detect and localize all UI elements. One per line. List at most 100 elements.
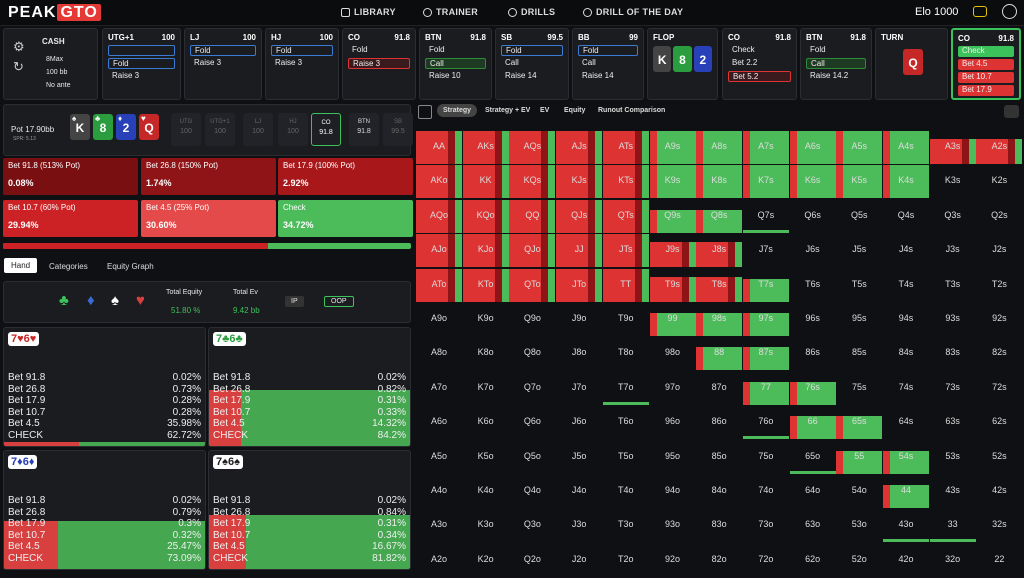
range-cell[interactable]: J6o bbox=[556, 406, 602, 439]
range-cell[interactable]: K8o bbox=[463, 337, 509, 370]
position-utg[interactable]: UTG 100 bbox=[171, 113, 201, 146]
range-cell[interactable]: K5o bbox=[463, 441, 509, 474]
action-card-7[interactable]: FLOP K 8 2 bbox=[647, 28, 718, 100]
range-cell[interactable]: J9o bbox=[556, 303, 602, 336]
range-cell[interactable]: 54s bbox=[883, 441, 929, 474]
action-option[interactable]: Raise 3 bbox=[190, 58, 256, 69]
range-cell[interactable]: 94o bbox=[650, 475, 696, 508]
range-cell[interactable]: Q3s bbox=[930, 200, 976, 233]
action-card-1[interactable]: LJ 100 Fold Raise 3 bbox=[184, 28, 262, 100]
range-cell[interactable]: 22 bbox=[976, 544, 1022, 577]
range-cell[interactable]: 66 bbox=[789, 406, 836, 440]
range-cell[interactable]: AA bbox=[416, 131, 462, 164]
range-cell[interactable]: 93s bbox=[930, 303, 976, 336]
range-cell[interactable]: K6o bbox=[463, 406, 509, 439]
action-option[interactable]: Fold bbox=[578, 45, 638, 56]
diamond-suit-icon[interactable]: ♦ bbox=[87, 292, 95, 309]
range-cell[interactable]: AJo bbox=[416, 234, 462, 268]
range-cell[interactable]: ATs bbox=[602, 131, 649, 164]
action-option[interactable]: Raise 14 bbox=[578, 71, 638, 82]
range-cell[interactable]: K6s bbox=[789, 165, 836, 199]
range-cell[interactable]: Q2o bbox=[509, 544, 555, 577]
action-card-2[interactable]: HJ 100 Fold Raise 3 bbox=[265, 28, 339, 100]
action-option[interactable]: Bet 2.2 bbox=[728, 58, 791, 69]
range-cell[interactable]: A3o bbox=[416, 509, 462, 542]
range-cell[interactable]: Q2s bbox=[976, 200, 1022, 233]
action-card-3[interactable]: CO 91.8 Fold Raise 3 bbox=[342, 28, 416, 100]
range-cell[interactable]: 82o bbox=[696, 544, 742, 577]
action-option[interactable]: Bet 17.9 bbox=[958, 85, 1014, 96]
range-cell[interactable]: J5s bbox=[836, 234, 882, 267]
action-option[interactable]: Fold bbox=[501, 45, 563, 56]
action-option[interactable]: Raise 3 bbox=[348, 58, 410, 69]
range-cell[interactable]: 92o bbox=[650, 544, 696, 577]
range-cell[interactable]: 55 bbox=[836, 441, 883, 474]
action-card-0[interactable]: UTG+1 100 Fold Raise 3 bbox=[102, 28, 181, 100]
action-card-8[interactable]: CO 91.8 Check Bet 2.2 Bet 5.2 bbox=[722, 28, 797, 100]
range-cell[interactable]: J8s bbox=[696, 234, 743, 268]
range-cell[interactable]: 53o bbox=[836, 509, 882, 542]
action-option[interactable]: Call bbox=[501, 58, 563, 69]
range-cell[interactable]: 63o bbox=[790, 509, 836, 542]
range-cell[interactable]: A4s bbox=[883, 131, 929, 164]
range-cell[interactable]: KJs bbox=[556, 165, 603, 199]
range-cell[interactable]: KQs bbox=[509, 165, 556, 199]
heart-suit-icon[interactable]: ♥ bbox=[136, 292, 145, 309]
range-cell[interactable]: KJo bbox=[462, 234, 509, 268]
user-icon[interactable] bbox=[1002, 4, 1017, 19]
range-cell[interactable]: 72s bbox=[976, 372, 1022, 405]
range-cell[interactable]: K4o bbox=[463, 475, 509, 508]
position-sb[interactable]: SB 99.5 bbox=[383, 113, 413, 146]
range-cell[interactable]: Q8o bbox=[509, 337, 555, 370]
tab-categories[interactable]: Categories bbox=[49, 262, 88, 271]
action-option[interactable] bbox=[108, 45, 175, 56]
range-cell[interactable]: Q5o bbox=[509, 441, 555, 474]
action-option[interactable]: Raise 10 bbox=[425, 71, 486, 82]
range-cell[interactable]: K2s bbox=[976, 165, 1022, 198]
range-cell[interactable]: QTo bbox=[509, 268, 556, 302]
range-cell[interactable]: A7s bbox=[742, 131, 789, 164]
range-cell[interactable]: J3s bbox=[930, 234, 976, 267]
range-cell[interactable]: KTo bbox=[462, 268, 509, 302]
range-cell[interactable]: QTs bbox=[602, 199, 649, 233]
range-cell[interactable]: 52s bbox=[976, 441, 1022, 474]
range-cell[interactable]: Q4s bbox=[883, 200, 929, 233]
range-cell[interactable]: 75s bbox=[836, 372, 882, 405]
range-cell[interactable]: J4s bbox=[883, 234, 929, 267]
range-cell[interactable]: T3s bbox=[930, 269, 976, 302]
range-cell[interactable]: 64o bbox=[790, 475, 836, 508]
action-option[interactable]: Fold bbox=[190, 45, 256, 56]
range-cell[interactable]: 97s bbox=[742, 303, 789, 336]
range-cell[interactable]: T2s bbox=[976, 269, 1022, 302]
range-cell[interactable]: 53s bbox=[930, 441, 976, 474]
action-option[interactable]: Raise 3 bbox=[108, 71, 175, 82]
range-cell[interactable]: 62o bbox=[790, 544, 836, 577]
oop-toggle[interactable]: OOP bbox=[324, 296, 354, 307]
range-cell[interactable]: Q8s bbox=[696, 200, 743, 233]
range-cell[interactable]: A6s bbox=[789, 131, 836, 164]
range-cell[interactable]: T5o bbox=[603, 441, 649, 474]
logo[interactable]: PEAK GTO bbox=[8, 4, 101, 22]
range-cell[interactable]: 94s bbox=[883, 303, 929, 336]
range-cell[interactable]: T4o bbox=[603, 475, 649, 508]
range-cell[interactable]: A9s bbox=[649, 131, 696, 164]
range-cell[interactable]: J5o bbox=[556, 441, 602, 474]
range-cell[interactable]: 93o bbox=[650, 509, 696, 542]
range-cell[interactable]: 83s bbox=[930, 337, 976, 370]
action-option[interactable]: Check bbox=[728, 45, 791, 56]
range-cell[interactable]: T7s bbox=[742, 269, 789, 302]
range-cell[interactable]: AJs bbox=[556, 131, 603, 164]
range-cell[interactable]: A5o bbox=[416, 441, 462, 474]
bet-option-3[interactable]: Bet 10.7 (60% Pot) 29.94% bbox=[3, 200, 138, 237]
range-cell[interactable]: 74s bbox=[883, 372, 929, 405]
bet-option-2[interactable]: Bet 17.9 (100% Pot) 2.92% bbox=[278, 158, 413, 195]
nav-trainer[interactable]: TRAINER bbox=[423, 7, 478, 17]
range-cell[interactable]: J2s bbox=[976, 234, 1022, 267]
range-cell[interactable]: T9o bbox=[603, 303, 649, 336]
range-cell[interactable]: 32s bbox=[976, 509, 1022, 542]
hand-card-1[interactable]: 7♣6♣ Bet 91.8 0.02% Bet 26.8 0.82% Bet 17.9 0.… bbox=[208, 327, 411, 447]
range-cell[interactable]: A4o bbox=[416, 475, 462, 508]
range-cell[interactable]: J4o bbox=[556, 475, 602, 508]
tab-strategy[interactable]: Strategy bbox=[437, 104, 478, 117]
nav-drill-of-day[interactable]: DRILL OF THE DAY bbox=[583, 7, 683, 17]
